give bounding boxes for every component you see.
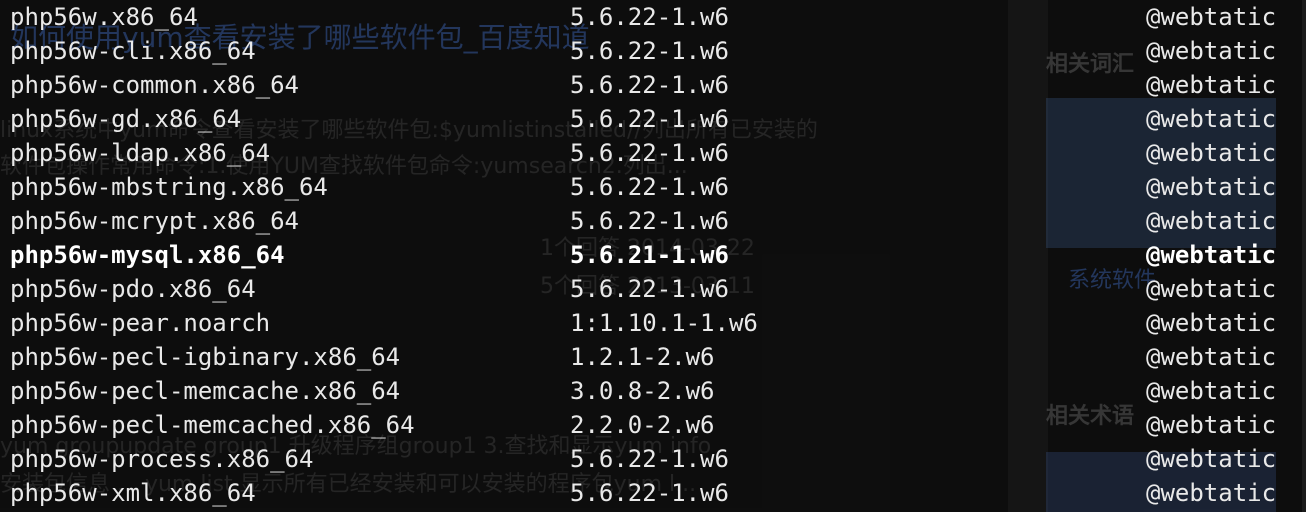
package-row: php56w-xml.x86_64 5.6.22-1.w6 @webtatic [0,476,1306,510]
package-name: php56w-mcrypt.x86_64 [10,207,299,235]
package-version: 5.6.22-1.w6 [570,275,729,303]
package-version: 1:1.10.1-1.w6 [570,309,758,337]
package-name: php56w-pecl-memcache.x86_64 [10,377,401,405]
package-row: php56w-pear.noarch 1:1.10.1-1.w6 @webtatic [0,306,1306,340]
package-repo: @webtatic [1146,445,1277,473]
package-repo: @webtatic [1146,479,1277,507]
package-name: php56w-xml.x86_64 [10,479,256,507]
package-version: 5.6.22-1.w6 [570,71,729,99]
package-row: php56w-pecl-igbinary.x86_64 1.2.1-2.w6 @we… [0,340,1306,374]
package-version: 1.2.1-2.w6 [570,343,715,371]
package-repo: @webtatic [1146,139,1277,167]
terminal-scrollbar[interactable] [1302,0,1306,512]
package-name: php56w.x86_64 [10,3,198,31]
package-version: 5.6.22-1.w6 [570,207,729,235]
package-name: php56w-ldap.x86_64 [10,139,271,167]
package-version: 2.2.0-2.w6 [570,411,715,439]
package-row: php56w-mcrypt.x86_64 5.6.22-1.w6 @webtatic [0,204,1306,238]
package-row: php56w-mysql.x86_64 5.6.21-1.w6 @webtatic [0,238,1306,272]
package-repo: @webtatic [1146,3,1277,31]
package-repo: @webtatic [1146,207,1277,235]
package-version: 5.6.22-1.w6 [570,3,729,31]
package-name: php56w-mysql.x86_64 [10,241,285,269]
package-row: php56w-ldap.x86_64 5.6.22-1.w6 @webtatic [0,136,1306,170]
package-row: php56w-gd.x86_64 5.6.22-1.w6 @webtatic [0,102,1306,136]
package-name: php56w-pecl-memcached.x86_64 [10,411,415,439]
package-repo: @webtatic [1146,343,1277,371]
package-repo: @webtatic [1146,241,1277,269]
package-row: php56w-pecl-memcache.x86_64 3.0.8-2.w6 @we… [0,374,1306,408]
package-version: 5.6.22-1.w6 [570,173,729,201]
package-name: php56w-pdo.x86_64 [10,275,256,303]
package-name: php56w-common.x86_64 [10,71,299,99]
package-name: php56w-gd.x86_64 [10,105,242,133]
package-name: php56w-cli.x86_64 [10,37,256,65]
package-name: php56w-pecl-igbinary.x86_64 [10,343,401,371]
terminal-window[interactable]: 如何使用yum查看安装了哪些软件包_百度知道 linux系统中yum命令查看安装… [0,0,1306,512]
package-row: php56w.x86_64 5.6.22-1.w6 @webtatic [0,0,1306,34]
package-name: php56w-process.x86_64 [10,445,314,473]
package-row: php56w-pecl-memcached.x86_64 2.2.0-2.w6 @w… [0,408,1306,442]
package-repo: @webtatic [1146,173,1277,201]
package-repo: @webtatic [1146,37,1277,65]
package-repo: @webtatic [1146,105,1277,133]
package-repo: @webtatic [1146,377,1277,405]
package-version: 5.6.22-1.w6 [570,445,729,473]
package-repo: @webtatic [1146,275,1277,303]
package-row: php56w-pdo.x86_64 5.6.22-1.w6 @webtatic [0,272,1306,306]
package-name: php56w-pear.noarch [10,309,271,337]
package-row: php56w-process.x86_64 5.6.22-1.w6 @webtati… [0,442,1306,476]
package-version: 5.6.22-1.w6 [570,37,729,65]
package-repo: @webtatic [1146,71,1277,99]
package-name: php56w-mbstring.x86_64 [10,173,328,201]
package-row: php56w-cli.x86_64 5.6.22-1.w6 @webtatic [0,34,1306,68]
package-version: 5.6.21-1.w6 [570,241,729,269]
package-row: php56w-mbstring.x86_64 5.6.22-1.w6 @webtat… [0,170,1306,204]
package-repo: @webtatic [1146,411,1277,439]
package-list: php56w.x86_64 5.6.22-1.w6 @webtatic php56w-… [0,0,1306,510]
package-version: 3.0.8-2.w6 [570,377,715,405]
package-row: php56w-common.x86_64 5.6.22-1.w6 @webtatic [0,68,1306,102]
package-version: 5.6.22-1.w6 [570,479,729,507]
package-version: 5.6.22-1.w6 [570,139,729,167]
package-version: 5.6.22-1.w6 [570,105,729,133]
package-repo: @webtatic [1146,309,1277,337]
